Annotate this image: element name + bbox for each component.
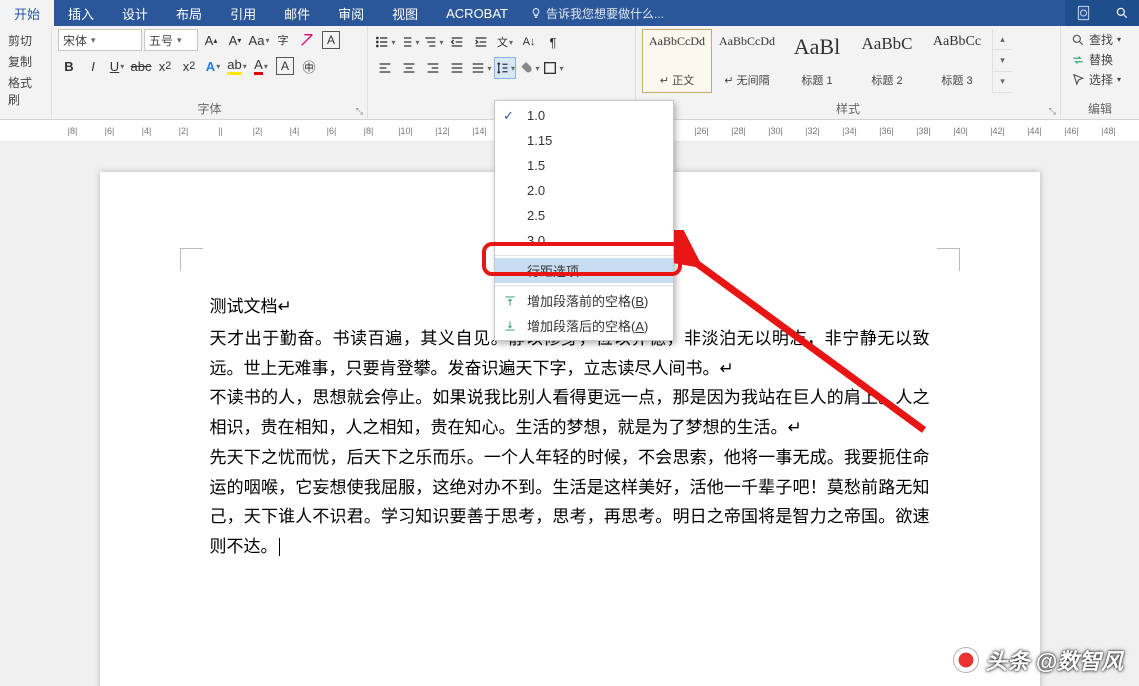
numbering-button[interactable]: ▾ (398, 31, 420, 53)
tab-layout[interactable]: 布局 (162, 0, 216, 27)
italic-button[interactable]: I (82, 55, 104, 77)
copy-button[interactable]: 复制 (6, 52, 45, 71)
styles-gallery-scroll[interactable]: ▴▾▾ (992, 29, 1012, 93)
tab-home[interactable]: 开始 (0, 0, 54, 27)
align-left-button[interactable] (374, 57, 396, 79)
line-spacing-1.0[interactable]: ✓1.0 (495, 103, 673, 128)
increase-indent-button[interactable] (470, 31, 492, 53)
font-size-combo[interactable]: 五号▾ (144, 29, 198, 51)
strikethrough-button[interactable]: abc (130, 55, 152, 77)
tab-mail[interactable]: 邮件 (270, 0, 324, 27)
check-icon: ✓ (503, 108, 514, 124)
font-group-label: 字体 (197, 102, 221, 116)
doc-paragraph: 不读书的人，思想就会停止。如果说我比别人看得更远一点，那是因为我站在巨人的肩上。… (210, 383, 930, 443)
font-name-combo[interactable]: 宋体▾ (58, 29, 142, 51)
lightbulb-icon (530, 7, 542, 19)
watermark: 头条 @数智风 (953, 644, 1123, 676)
tab-view[interactable]: 视图 (378, 0, 432, 27)
borders-button[interactable]: ▾ (542, 57, 564, 79)
subscript-button[interactable]: x2 (154, 55, 176, 77)
show-marks-button[interactable]: ¶ (542, 31, 564, 53)
sort-button[interactable]: A↓ (518, 31, 540, 53)
search-corner-button[interactable] (1105, 0, 1139, 26)
styles-dialog-launcher-icon[interactable]: ⤡ (1049, 106, 1056, 117)
line-spacing-button[interactable]: ▾ (494, 57, 516, 79)
text-cursor (279, 538, 280, 556)
line-spacing-3.0[interactable]: 3.0 (495, 228, 673, 253)
style-heading3[interactable]: AaBbCc标题 3 (922, 29, 992, 93)
ribbon-tabs: 开始 插入 设计 布局 引用 邮件 审阅 视图 ACROBAT 告诉我您想要做什… (0, 0, 1139, 26)
text-effects-button[interactable]: A▾ (202, 55, 224, 77)
asian-layout-button[interactable]: 文▾ (494, 31, 516, 53)
bold-button[interactable]: B (58, 55, 80, 77)
line-spacing-1.15[interactable]: 1.15 (495, 128, 673, 153)
word-app-icon (1065, 0, 1105, 26)
style-heading2[interactable]: AaBbC标题 2 (852, 29, 922, 93)
line-spacing-menu: ✓1.0 1.15 1.5 2.0 2.5 3.0 行距选项... 增加段落前的… (494, 100, 674, 341)
clear-formatting-button[interactable] (296, 29, 318, 51)
watermark-logo-icon (953, 647, 979, 673)
styles-gallery[interactable]: AaBbCcDd↵ 正文 AaBbCcDd↵ 无间隔 AaBl标题 1 AaBb… (642, 29, 1012, 93)
tab-design[interactable]: 设计 (108, 0, 162, 27)
character-shading-button[interactable]: ㊥ (298, 55, 320, 77)
decrease-indent-button[interactable] (446, 31, 468, 53)
shrink-font-button[interactable]: A▾ (224, 29, 246, 51)
line-spacing-1.5[interactable]: 1.5 (495, 153, 673, 178)
multilevel-list-button[interactable]: ▾ (422, 31, 444, 53)
align-center-button[interactable] (398, 57, 420, 79)
space-before-icon (503, 294, 517, 308)
line-spacing-2.5[interactable]: 2.5 (495, 203, 673, 228)
font-color-button[interactable]: A▾ (250, 55, 272, 77)
search-icon (1071, 33, 1085, 47)
grow-font-button[interactable]: A▴ (200, 29, 222, 51)
tab-insert[interactable]: 插入 (54, 0, 108, 27)
select-button[interactable]: 选择▾ (1071, 71, 1121, 88)
tab-acrobat[interactable]: ACROBAT (432, 2, 522, 25)
font-dialog-launcher-icon[interactable]: ⤡ (356, 106, 363, 117)
change-case-button[interactable]: Aa▾ (248, 29, 270, 51)
find-button[interactable]: 查找▾ (1071, 31, 1121, 48)
cursor-icon (1071, 73, 1085, 87)
enclose-characters-button[interactable]: A (320, 29, 342, 51)
add-space-after[interactable]: 增加段落后的空格(A) (495, 313, 673, 338)
highlight-button[interactable]: ab▾ (226, 55, 248, 77)
tab-references[interactable]: 引用 (216, 0, 270, 27)
tab-review[interactable]: 审阅 (324, 0, 378, 27)
character-border-button[interactable]: A (274, 55, 296, 77)
style-heading1[interactable]: AaBl标题 1 (782, 29, 852, 93)
replace-icon (1071, 53, 1085, 67)
format-painter-button[interactable]: 格式刷 (6, 73, 45, 109)
cut-button[interactable]: 剪切 (6, 31, 45, 50)
doc-paragraph: 先天下之忧而忧，后天下之乐而乐。一个人年轻的时候，不会思索，他将一事无成。我要扼… (210, 443, 930, 562)
tell-me-search[interactable]: 告诉我您想要做什么... (530, 5, 664, 22)
line-spacing-2.0[interactable]: 2.0 (495, 178, 673, 203)
add-space-before[interactable]: 增加段落前的空格(B) (495, 288, 673, 313)
style-normal[interactable]: AaBbCcDd↵ 正文 (642, 29, 712, 93)
shading-button[interactable]: ▾ (518, 57, 540, 79)
bullets-button[interactable]: ▾ (374, 31, 396, 53)
underline-button[interactable]: U▾ (106, 55, 128, 77)
styles-group-label: 样式 (836, 102, 860, 116)
tell-me-label: 告诉我您想要做什么... (546, 5, 664, 22)
style-no-spacing[interactable]: AaBbCcDd↵ 无间隔 (712, 29, 782, 93)
replace-button[interactable]: 替换 (1071, 51, 1121, 68)
phonetic-guide-button[interactable]: 字 (272, 29, 294, 51)
distributed-button[interactable]: ▾ (470, 57, 492, 79)
align-right-button[interactable] (422, 57, 444, 79)
editing-group-label: 编辑 (1088, 102, 1112, 116)
space-after-icon (503, 319, 517, 333)
line-spacing-options[interactable]: 行距选项... (495, 258, 673, 283)
superscript-button[interactable]: x2 (178, 55, 200, 77)
justify-button[interactable] (446, 57, 468, 79)
